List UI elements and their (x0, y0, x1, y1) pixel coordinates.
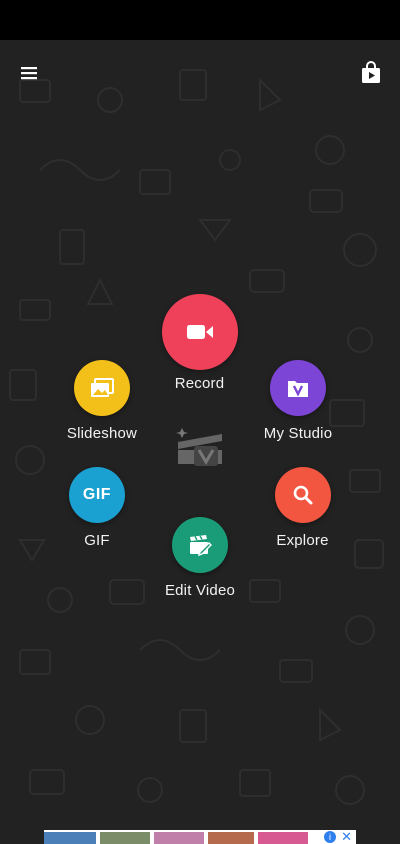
video-camera-icon (186, 325, 213, 339)
explore-label: Explore (276, 532, 329, 549)
ad-image (258, 832, 308, 844)
store-button[interactable] (355, 57, 387, 89)
ad-image (44, 832, 96, 844)
ad-image (154, 832, 204, 844)
record-label: Record (174, 375, 225, 392)
clapperboard-pencil-icon (190, 535, 212, 557)
edit-video-circle[interactable] (172, 517, 228, 573)
photos-stack-icon (91, 378, 114, 397)
slideshow-circle[interactable] (74, 360, 130, 416)
shopping-bag-play-icon (362, 61, 380, 83)
close-icon[interactable]: ✕ (341, 830, 352, 844)
my-studio-label: My Studio (263, 425, 333, 442)
gif-text-icon: GIF (82, 486, 112, 503)
slideshow-label: Slideshow (66, 425, 138, 442)
record-button[interactable]: Record (161, 294, 238, 392)
explore-button[interactable]: Explore (270, 467, 335, 549)
menu-button[interactable] (13, 57, 45, 89)
my-studio-button[interactable]: My Studio (258, 360, 338, 442)
slideshow-button[interactable]: Slideshow (63, 360, 141, 442)
ad-banner[interactable]: i ✕ (44, 830, 356, 844)
ad-image (100, 832, 150, 844)
my-studio-circle[interactable] (270, 360, 326, 416)
edit-video-label: Edit Video (164, 582, 236, 599)
record-circle[interactable] (161, 294, 238, 370)
magnifier-icon (293, 485, 312, 505)
ad-choices-icon[interactable]: i (324, 831, 336, 843)
gif-circle[interactable]: GIF (69, 467, 125, 523)
gif-button[interactable]: GIF GIF (69, 467, 125, 549)
hamburger-menu-icon (21, 67, 37, 80)
edit-video-button[interactable]: Edit Video (160, 517, 240, 599)
ad-image (208, 832, 254, 844)
gif-label: GIF (84, 532, 110, 549)
vivavideo-clapper-logo (176, 428, 222, 466)
folder-v-icon (288, 381, 308, 397)
explore-circle[interactable] (274, 467, 331, 523)
status-bar (0, 0, 400, 40)
